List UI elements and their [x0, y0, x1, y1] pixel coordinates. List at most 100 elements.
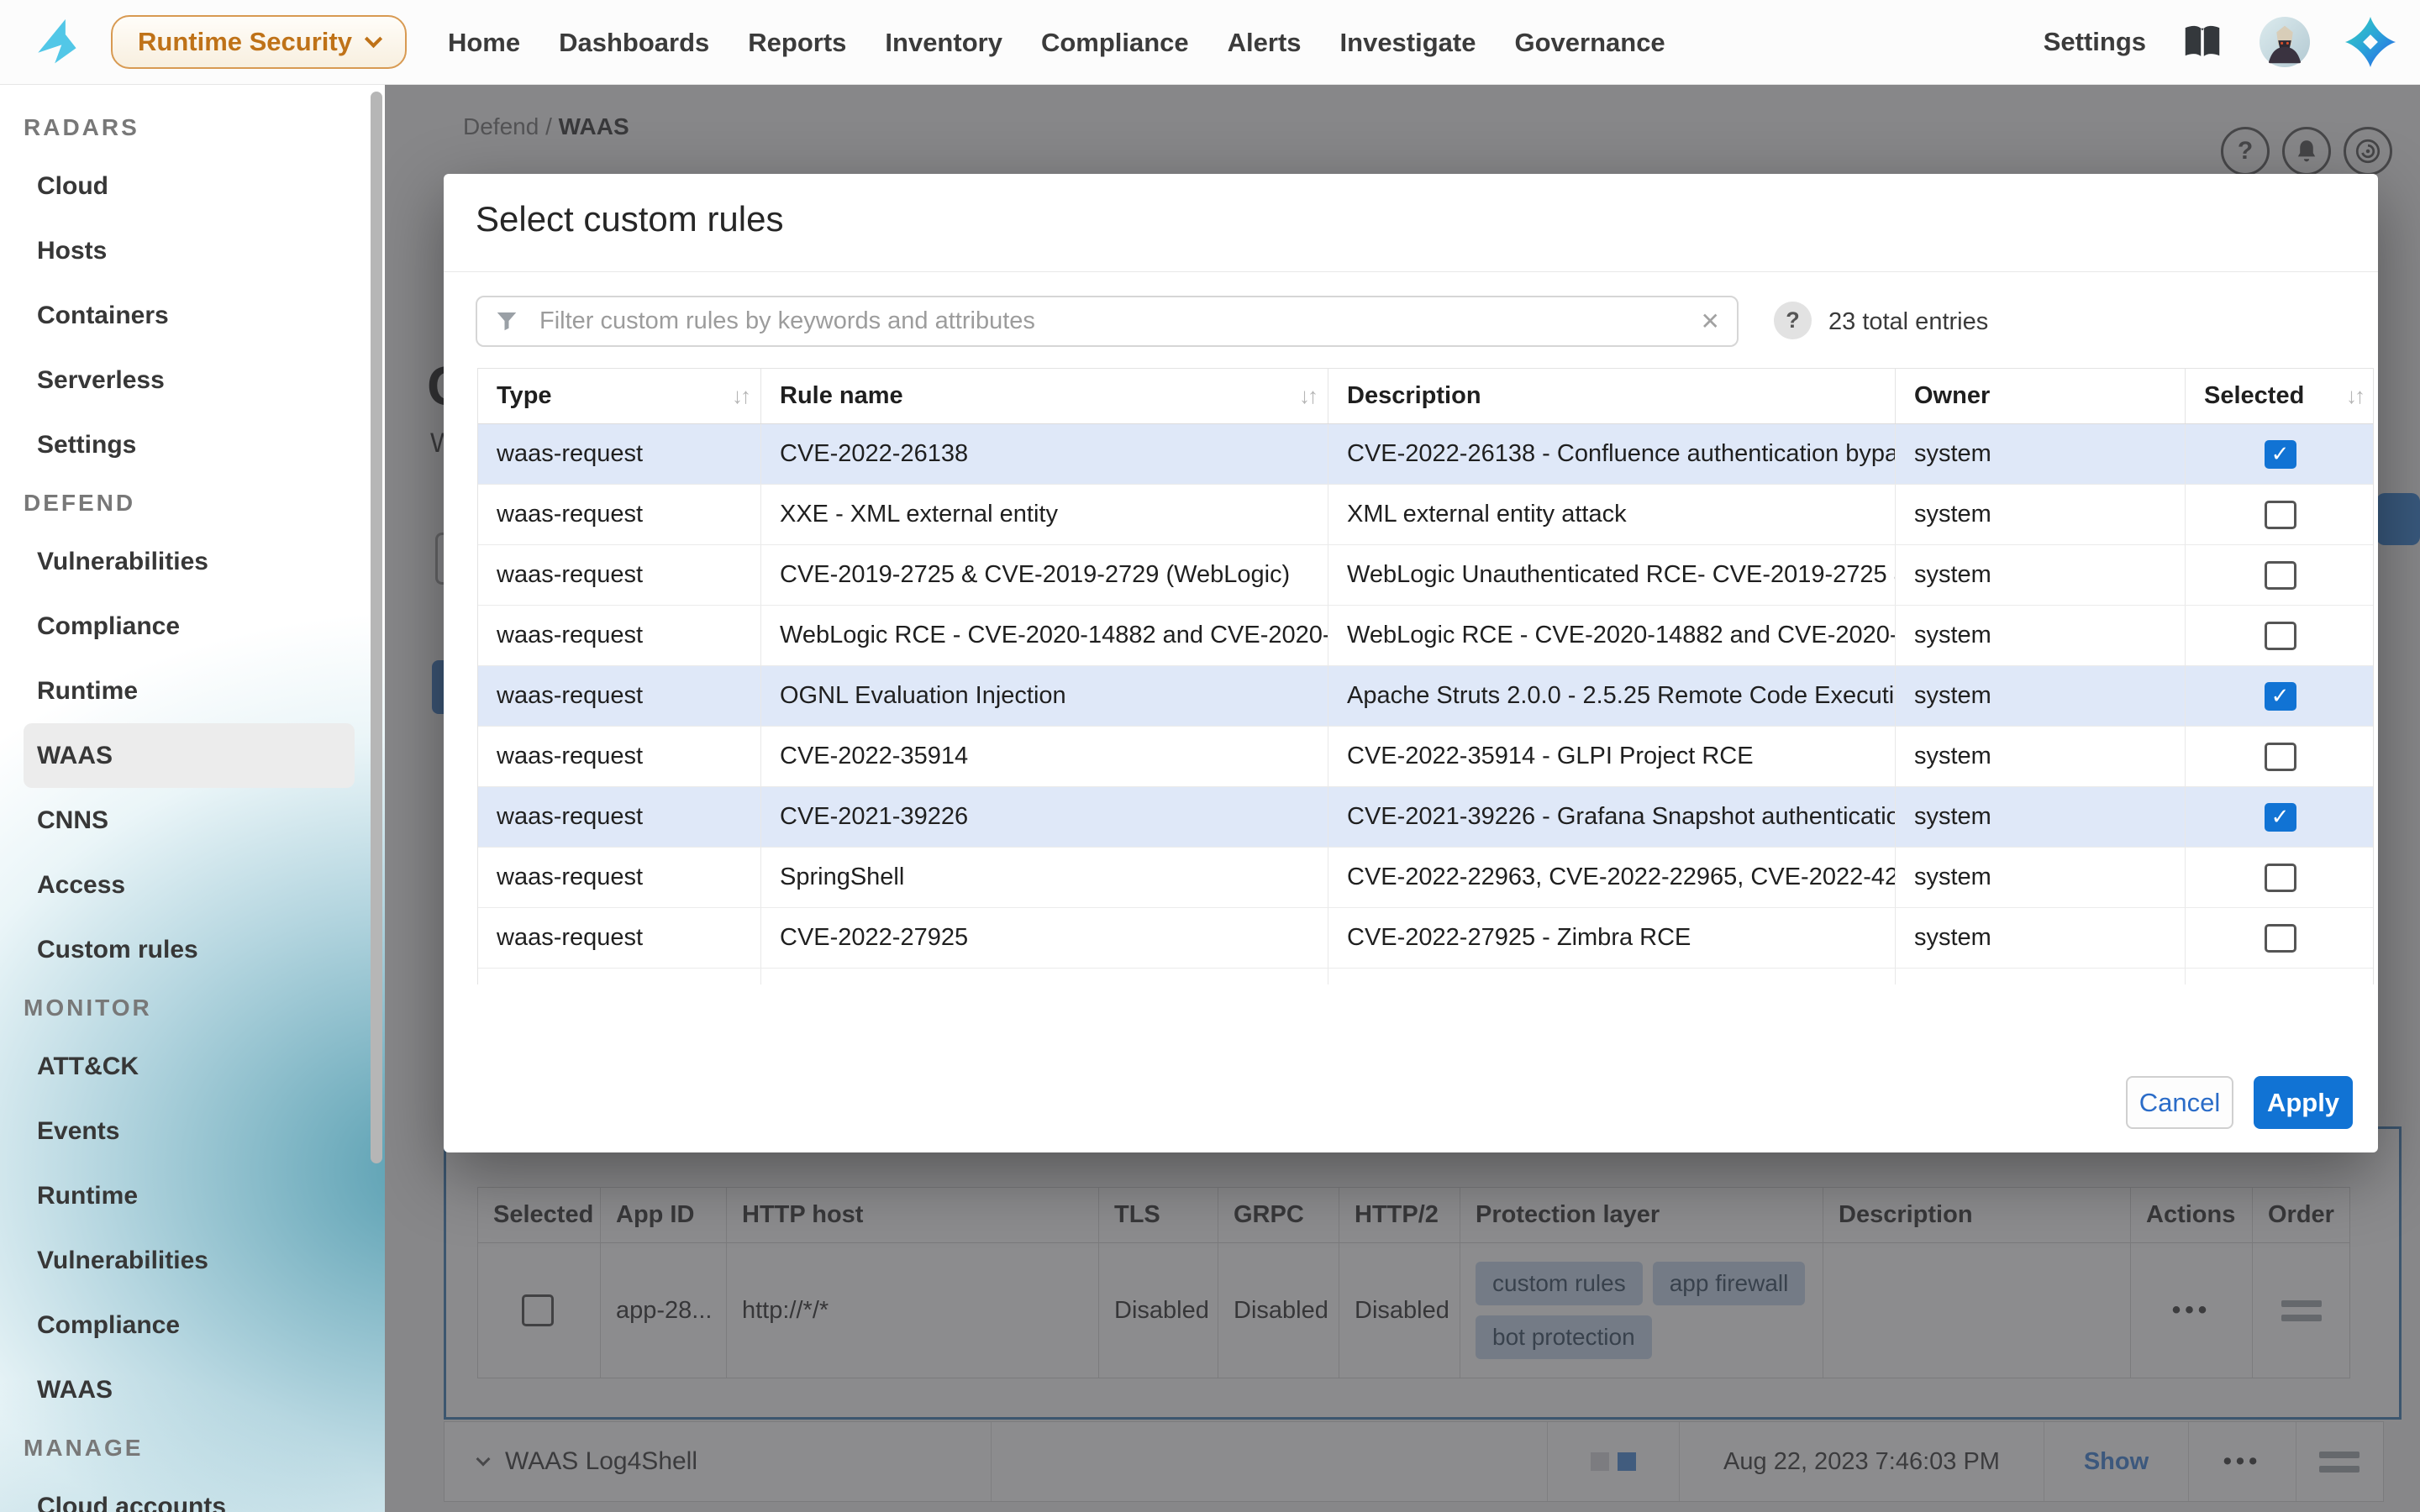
modal-title: Select custom rules: [476, 199, 783, 239]
sort-icon[interactable]: ↓↑: [732, 383, 749, 409]
checkbox-unchecked[interactable]: [2265, 864, 2296, 892]
sidebar-item-defend-compliance[interactable]: Compliance: [0, 594, 385, 659]
rules-table-header: Type ↓↑ Rule name ↓↑ Description Owner S…: [478, 369, 2373, 424]
sidebar-item-defend-access[interactable]: Access: [0, 853, 385, 917]
rule-table-row[interactable]: waas-requestCVE-2022-27925CVE-2022-27925…: [478, 908, 2373, 969]
col-owner[interactable]: Owner: [1896, 369, 2186, 423]
col-type[interactable]: Type ↓↑: [478, 369, 761, 423]
sidebar-item-radars-serverless[interactable]: Serverless: [0, 348, 385, 412]
total-entries-label: 23 total entries: [1828, 308, 1988, 336]
nav-item-dashboards[interactable]: Dashboards: [539, 0, 729, 85]
cell-rule-name: CVE-2019-2725 & CVE-2019-2729 (WebLogic): [761, 545, 1328, 605]
company-logo-icon: [32, 18, 81, 66]
checkbox-unchecked[interactable]: [2265, 743, 2296, 771]
cell-owner: system: [1896, 908, 2186, 968]
sidebar-section-radars: RADARS: [0, 102, 385, 154]
sidebar-item-defend-waas[interactable]: WAAS: [24, 723, 355, 788]
col-rule-name[interactable]: Rule name ↓↑: [761, 369, 1328, 423]
topbar-right: Settings: [2044, 16, 2396, 68]
nav-item-investigate[interactable]: Investigate: [1321, 0, 1496, 85]
sidebar-section-defend: DEFEND: [0, 477, 385, 529]
cell-selected: [2186, 848, 2374, 907]
rule-table-row[interactable]: [478, 969, 2373, 984]
cell-rule-name: [761, 969, 1328, 984]
sidebar-item-monitor-events[interactable]: Events: [0, 1099, 385, 1163]
rule-table-row[interactable]: waas-requestWebLogic RCE - CVE-2020-1488…: [478, 606, 2373, 666]
sidebar-item-monitor-vulnerabilities[interactable]: Vulnerabilities: [0, 1228, 385, 1293]
sidebar-item-monitor-runtime[interactable]: Runtime: [0, 1163, 385, 1228]
checkbox-unchecked[interactable]: [2265, 984, 2296, 985]
clear-filter-icon[interactable]: ✕: [1701, 307, 1720, 335]
nav-item-alerts[interactable]: Alerts: [1208, 0, 1321, 85]
sidebar-item-radars-hosts[interactable]: Hosts: [0, 218, 385, 283]
checkbox-unchecked[interactable]: [2265, 622, 2296, 650]
rule-table-row[interactable]: waas-requestSpringShellCVE-2022-22963, C…: [478, 848, 2373, 908]
sidebar-item-manage-cloud-accounts[interactable]: Cloud accounts: [0, 1474, 385, 1512]
checkbox-checked[interactable]: ✓: [2265, 682, 2296, 711]
cell-owner: system: [1896, 424, 2186, 484]
cell-selected: [2186, 727, 2374, 786]
sidebar-item-monitor-compliance[interactable]: Compliance: [0, 1293, 385, 1357]
sidebar-item-radars-containers[interactable]: Containers: [0, 283, 385, 348]
settings-link[interactable]: Settings: [2044, 27, 2146, 57]
rule-table-row[interactable]: waas-requestOGNL Evaluation InjectionApa…: [478, 666, 2373, 727]
sort-icon[interactable]: ↓↑: [2346, 383, 2363, 409]
cell-selected: [2186, 545, 2374, 605]
checkbox-checked[interactable]: ✓: [2265, 440, 2296, 469]
cell-type: [478, 969, 761, 984]
apply-button[interactable]: Apply: [2254, 1076, 2353, 1129]
sidebar-item-monitor-waas[interactable]: WAAS: [0, 1357, 385, 1422]
cell-selected: [2186, 908, 2374, 968]
rule-table-row[interactable]: waas-requestCVE-2021-39226CVE-2021-39226…: [478, 787, 2373, 848]
cell-description: CVE-2022-22963, CVE-2022-22965, CVE-2022…: [1328, 848, 1896, 907]
rules-table-body: waas-requestCVE-2022-26138CVE-2022-26138…: [478, 424, 2373, 984]
nav-item-reports[interactable]: Reports: [729, 0, 865, 85]
cancel-button[interactable]: Cancel: [2126, 1076, 2233, 1129]
rule-table-row[interactable]: waas-requestCVE-2019-2725 & CVE-2019-272…: [478, 545, 2373, 606]
sidebar-item-radars-cloud[interactable]: Cloud: [0, 154, 385, 218]
sidebar-item-radars-settings[interactable]: Settings: [0, 412, 385, 477]
checkbox-unchecked[interactable]: [2265, 501, 2296, 529]
checkbox-unchecked[interactable]: [2265, 924, 2296, 953]
sidebar-scrollbar[interactable]: [371, 92, 382, 1163]
cell-selected: [2186, 969, 2374, 984]
cell-rule-name: OGNL Evaluation Injection: [761, 666, 1328, 726]
cell-type: waas-request: [478, 545, 761, 605]
cell-owner: system: [1896, 485, 2186, 544]
filter-help-icon[interactable]: ?: [1774, 302, 1812, 339]
rule-table-row[interactable]: waas-requestXXE - XML external entityXML…: [478, 485, 2373, 545]
product-switcher[interactable]: Runtime Security: [111, 15, 407, 69]
cell-type: waas-request: [478, 485, 761, 544]
cell-owner: [1896, 969, 2186, 984]
col-type-label: Type: [497, 382, 552, 410]
col-selected-label: Selected: [2204, 382, 2304, 410]
col-selected[interactable]: Selected ↓↑: [2186, 369, 2374, 423]
docs-book-icon[interactable]: [2180, 19, 2225, 65]
nav-item-governance[interactable]: Governance: [1495, 0, 1684, 85]
nav-item-home[interactable]: Home: [429, 0, 539, 85]
sidebar-item-monitor-att-ck[interactable]: ATT&CK: [0, 1034, 385, 1099]
rule-table-row[interactable]: waas-requestCVE-2022-35914CVE-2022-35914…: [478, 727, 2373, 787]
product-switcher-label: Runtime Security: [138, 27, 352, 57]
rule-table-row[interactable]: waas-requestCVE-2022-26138CVE-2022-26138…: [478, 424, 2373, 485]
cell-rule-name: CVE-2022-27925: [761, 908, 1328, 968]
sidebar-item-defend-runtime[interactable]: Runtime: [0, 659, 385, 723]
rules-table: Type ↓↑ Rule name ↓↑ Description Owner S…: [477, 368, 2374, 984]
nav-item-compliance[interactable]: Compliance: [1022, 0, 1208, 85]
filter-input[interactable]: [476, 296, 1739, 347]
checkbox-unchecked[interactable]: [2265, 561, 2296, 590]
col-description[interactable]: Description: [1328, 369, 1896, 423]
cell-type: waas-request: [478, 848, 761, 907]
select-custom-rules-modal: Select custom rules ✕ ? 23 total entries…: [444, 174, 2378, 1152]
content-area: Defend / WAAS ? C W Selected App ID HTTP…: [385, 85, 2420, 1512]
checkbox-checked[interactable]: ✓: [2265, 803, 2296, 832]
sidebar-item-defend-cnns[interactable]: CNNS: [0, 788, 385, 853]
nav-item-inventory[interactable]: Inventory: [865, 0, 1022, 85]
sidebar-item-defend-custom-rules[interactable]: Custom rules: [0, 917, 385, 982]
prisma-cloud-logo-icon[interactable]: [2344, 16, 2396, 68]
sidebar-item-defend-vulnerabilities[interactable]: Vulnerabilities: [0, 529, 385, 594]
col-owner-label: Owner: [1914, 382, 1990, 410]
user-avatar[interactable]: [2259, 16, 2311, 68]
sort-icon[interactable]: ↓↑: [1299, 383, 1316, 409]
cell-owner: system: [1896, 606, 2186, 665]
